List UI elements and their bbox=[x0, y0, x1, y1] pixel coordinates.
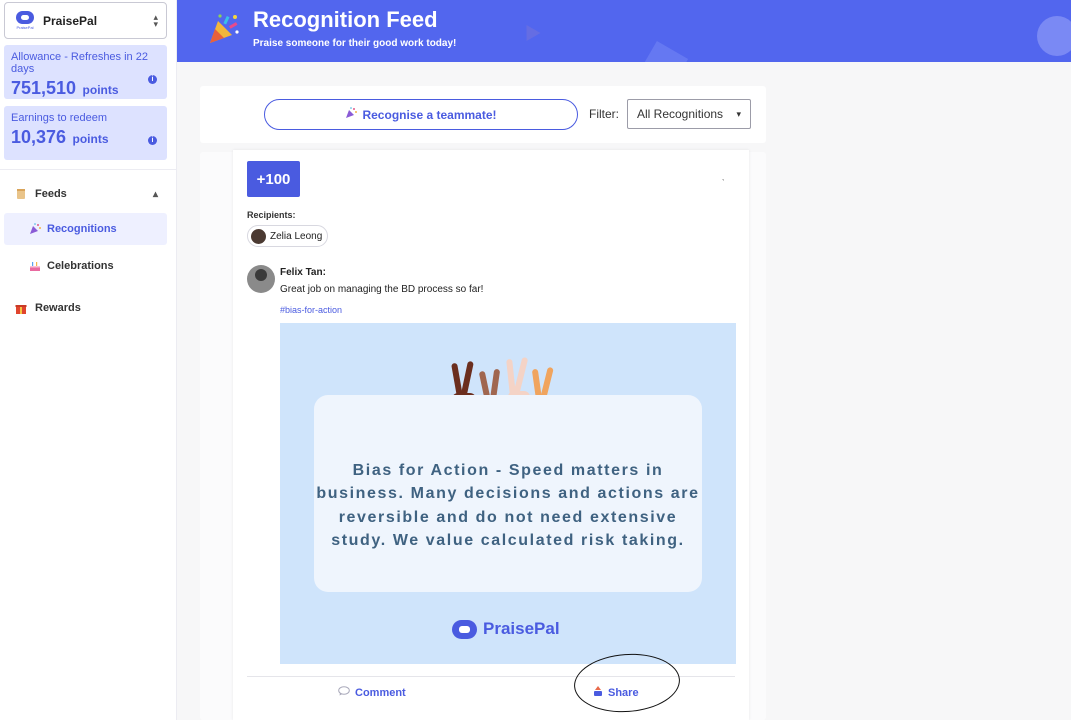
company-value-quote: Bias for Action - Speed matters in busin… bbox=[316, 462, 700, 550]
party-popper-icon bbox=[28, 222, 42, 236]
sidebar-item-feeds[interactable]: Feeds ▴ bbox=[4, 178, 167, 210]
page-header: Recognition Feed Praise someone for thei… bbox=[177, 0, 1071, 62]
chevron-up-down-icon: ▴ ▾ bbox=[153, 11, 158, 29]
allowance-label: Allowance - Refreshes in 22 days bbox=[11, 51, 148, 75]
scroll-icon bbox=[14, 187, 28, 201]
more-options-icon[interactable]: ˎ bbox=[722, 172, 725, 181]
recognition-image: Bias for Action - Speed matters in busin… bbox=[280, 323, 736, 664]
chevron-up-icon[interactable]: ▴ bbox=[153, 189, 158, 200]
value-hashtag[interactable]: #bias-for-action bbox=[280, 305, 342, 315]
comment-label: Comment bbox=[355, 686, 406, 699]
allowance-card: Allowance - Refreshes in 22 days 751,510… bbox=[4, 45, 167, 99]
sidebar-item-label: Feeds bbox=[35, 188, 67, 200]
party-popper-icon bbox=[345, 107, 358, 122]
recipient-name: Zelia Leong bbox=[270, 230, 323, 242]
birthday-cake-icon bbox=[28, 259, 42, 273]
feed-toolbar: Recognise a teammate! Filter: All Recogn… bbox=[200, 86, 766, 143]
decorative-circle bbox=[1037, 16, 1071, 56]
allowance-value: 751,510 bbox=[11, 78, 77, 98]
decorative-triangle bbox=[519, 20, 541, 42]
comment-bubble-icon bbox=[338, 686, 350, 699]
filter-selected-value: All Recognitions bbox=[637, 107, 724, 121]
gift-icon bbox=[14, 301, 28, 315]
sidebar-item-recognitions[interactable]: Recognitions bbox=[4, 213, 167, 245]
sidebar: PraisePal PraisePal ▴ ▾ Allowance - Refre… bbox=[0, 0, 177, 720]
praisepal-brand: PraisePal bbox=[452, 619, 560, 639]
points-badge: +100 bbox=[247, 161, 300, 197]
earnings-unit: points bbox=[72, 132, 109, 146]
divider bbox=[0, 169, 176, 170]
filter-select[interactable]: All Recognitions ▾ bbox=[627, 99, 751, 129]
recognition-message: Great job on managing the BD process so … bbox=[280, 284, 484, 295]
recognise-button-label: Recognise a teammate! bbox=[362, 107, 497, 122]
brand-name: PraisePal bbox=[483, 619, 560, 638]
page-title: Recognition Feed bbox=[253, 7, 438, 32]
praisepal-logo-icon bbox=[452, 619, 477, 639]
org-name: PraisePal bbox=[43, 13, 98, 28]
decorative-shape bbox=[641, 41, 689, 62]
comment-button[interactable]: Comment bbox=[338, 686, 406, 699]
sidebar-item-label: Rewards bbox=[35, 302, 81, 314]
sidebar-item-rewards[interactable]: Rewards bbox=[4, 292, 167, 324]
allowance-unit: points bbox=[82, 83, 119, 97]
sidebar-item-label: Recognitions bbox=[47, 223, 117, 235]
org-switcher[interactable]: PraisePal PraisePal ▴ ▾ bbox=[4, 2, 167, 39]
sidebar-item-celebrations[interactable]: Celebrations bbox=[4, 250, 167, 282]
chevron-down-icon: ▾ bbox=[736, 108, 741, 119]
avatar bbox=[251, 228, 266, 244]
info-icon[interactable]: i bbox=[148, 75, 157, 84]
recipients-label: Recipients: bbox=[247, 210, 296, 220]
recognition-card: +100 ˎ Recipients: Zelia Leong Felix Tan… bbox=[233, 150, 749, 720]
info-icon[interactable]: i bbox=[148, 136, 157, 145]
avatar[interactable] bbox=[247, 265, 275, 293]
party-popper-icon bbox=[210, 14, 239, 43]
author-name: Felix Tan: bbox=[280, 267, 326, 278]
recipient-chip[interactable]: Zelia Leong bbox=[247, 225, 329, 247]
sidebar-item-label: Celebrations bbox=[47, 260, 114, 272]
praisepal-logo-icon: PraisePal bbox=[13, 7, 37, 35]
filter-label: Filter: bbox=[589, 107, 619, 121]
earnings-label: Earnings to redeem bbox=[11, 112, 107, 124]
earnings-card: Earnings to redeem 10,376 points i bbox=[4, 106, 167, 160]
page-subtitle: Praise someone for their good work today… bbox=[253, 38, 457, 49]
earnings-value: 10,376 bbox=[11, 127, 67, 147]
recognise-teammate-button[interactable]: Recognise a teammate! bbox=[264, 99, 578, 130]
